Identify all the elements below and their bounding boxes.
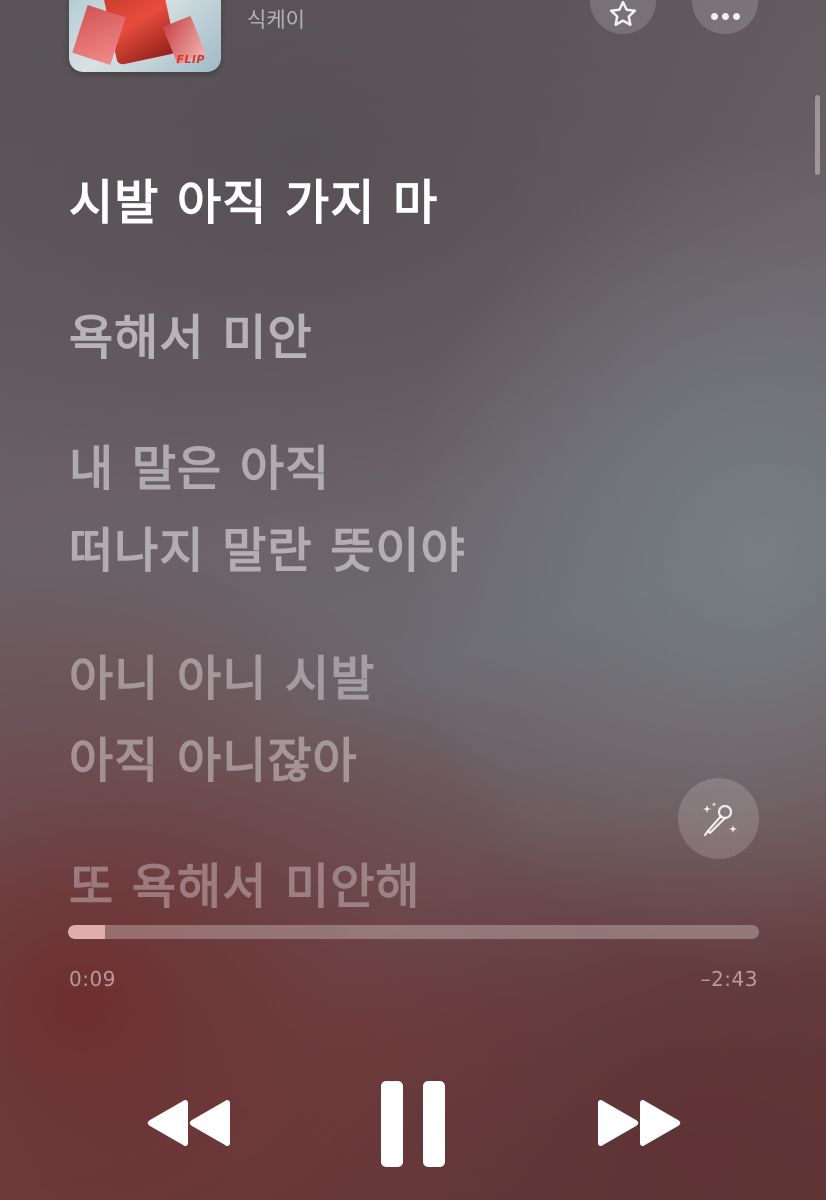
rewind-icon <box>147 1099 230 1147</box>
lyric-line[interactable]: 내 말은 아직 떠나지 말란 뜻이야 <box>69 428 466 592</box>
lyric-line[interactable]: 아니 아니 시발 아직 아니잖아 <box>69 638 375 802</box>
lyric-line-current[interactable]: 시발 아직 가지 마 <box>69 162 438 244</box>
elapsed-time: 0:09 <box>69 967 116 991</box>
lyric-text: 욕해서 미안 <box>69 310 313 366</box>
playback-progress-fill <box>68 925 106 939</box>
remaining-time: –2:43 <box>700 967 758 991</box>
favorite-button[interactable] <box>590 0 656 34</box>
lyric-line[interactable]: 욕해서 미안 <box>69 297 313 379</box>
sing-karaoke-button[interactable] <box>678 778 759 859</box>
rewind-button[interactable] <box>140 1090 236 1156</box>
lyric-line[interactable]: 또 욕해서 미안해 <box>69 846 421 912</box>
pause-icon <box>381 1081 445 1167</box>
more-options-button[interactable] <box>692 0 758 34</box>
ellipsis-icon <box>710 12 740 20</box>
artist-name[interactable]: 식케이 <box>247 4 305 34</box>
lyric-text: 아직 아니잖아 <box>69 733 358 789</box>
playback-scrubber[interactable] <box>68 925 759 939</box>
lyric-text: 내 말은 아직 <box>69 441 331 497</box>
lyric-text: 떠나지 말란 뜻이야 <box>69 523 466 579</box>
scroll-indicator[interactable] <box>815 95 820 175</box>
fast-forward-button[interactable] <box>592 1090 688 1156</box>
album-logo: FLIP <box>176 53 205 66</box>
star-icon <box>609 0 637 26</box>
fast-forward-icon <box>598 1099 681 1147</box>
lyric-text: 시발 아직 가지 마 <box>69 175 439 231</box>
album-artwork[interactable]: FLIP <box>69 0 221 72</box>
lyric-text: 아니 아니 시발 <box>69 651 376 707</box>
lyric-text: 또 욕해서 미안해 <box>69 859 421 912</box>
microphone-sparkle-icon <box>702 801 737 836</box>
pause-button[interactable] <box>378 1078 450 1170</box>
